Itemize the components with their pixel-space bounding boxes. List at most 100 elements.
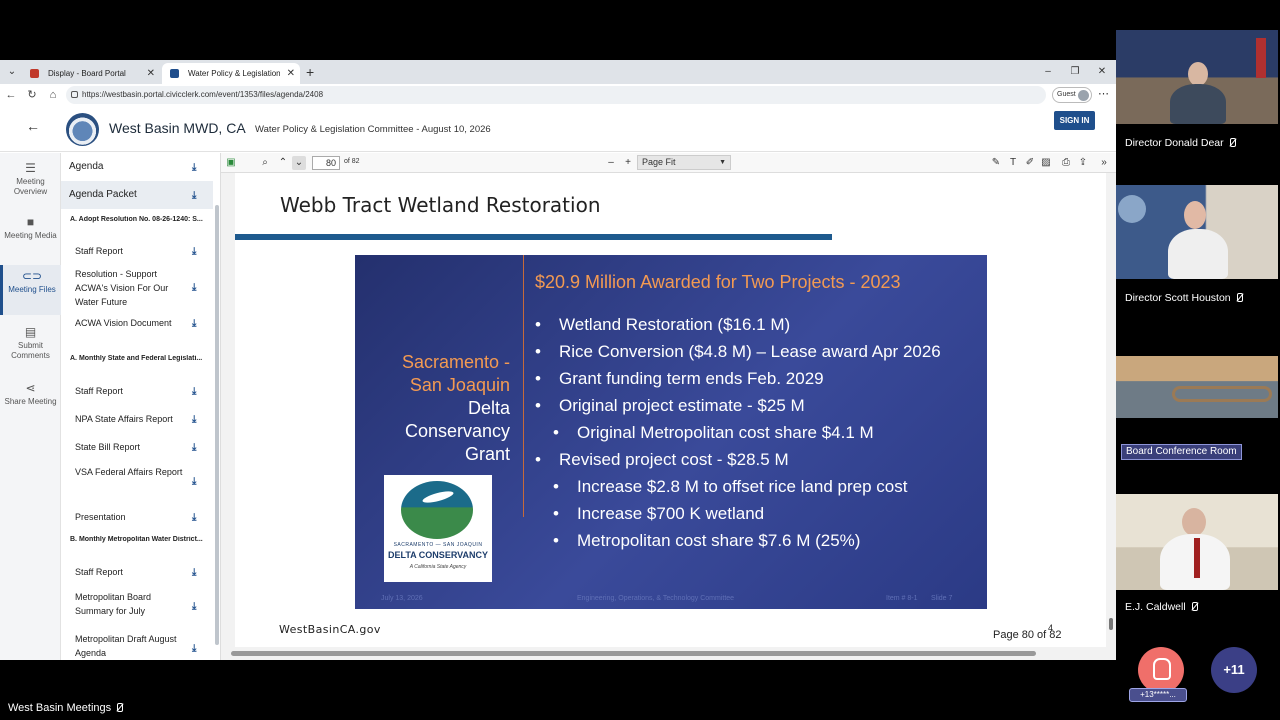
avatar-icon [1078,90,1089,101]
download-icon[interactable]: ⤓ [192,163,201,173]
seal-image [1118,195,1146,223]
download-icon[interactable]: ⤓ [192,602,201,612]
file-item[interactable]: Staff Report ⤓ [61,237,213,265]
download-icon[interactable]: ⤓ [192,415,201,425]
tab-list-icon[interactable]: ⌄ [4,64,20,80]
save-icon[interactable]: ⇪ [1076,156,1090,170]
viewer-toolbar: ▣ ⌕ ⌃ ⌄ 80 of 82 – + Page Fit ▼ ✎ T ✐ ▨ [221,153,1116,173]
more-tools-icon[interactable]: » [1097,156,1111,170]
file-item[interactable]: Metropolitan Board Summary for July ⤓ [61,586,213,626]
rail-meeting-media[interactable]: ■ Meeting Media [0,215,61,241]
page-footer-website: WestBasinCA.gov [279,623,381,636]
file-item[interactable]: Staff Report ⤓ [61,377,213,405]
search-icon[interactable]: ⌕ [258,156,272,170]
close-window-icon[interactable]: ✕ [1092,63,1112,81]
file-label: VSA Federal Affairs Report [75,467,183,477]
new-tab-icon[interactable]: + [306,63,314,81]
image-icon[interactable]: ▨ [1039,156,1053,170]
back-icon[interactable]: ← [3,87,19,103]
file-agenda-packet[interactable]: Agenda Packet ⤓ [61,181,213,209]
participant-head [1188,62,1208,86]
file-item[interactable]: Presentation ⤓ [61,503,213,531]
more-participants-button[interactable]: +11 [1211,647,1257,693]
rail-submit-comments[interactable]: ▤ Submit Comments [0,325,61,361]
sidebar-toggle-icon[interactable]: ▣ [224,156,238,170]
conference-table [1172,386,1272,402]
more-options-icon[interactable]: ⋯ [1098,87,1109,100]
text-tool-icon[interactable]: T [1006,156,1020,170]
file-item[interactable]: Staff Report ⤓ [61,558,213,586]
tab-title: Water Policy & Legislation Committee [188,69,280,78]
download-icon[interactable]: ⤓ [192,477,201,487]
bullet-item: • Wetland Restoration ($16.1 M) [535,315,791,334]
download-icon[interactable]: ⤓ [192,283,201,293]
close-tab-icon[interactable]: ✕ [287,63,295,84]
download-icon[interactable]: ⤓ [192,644,201,654]
print-icon[interactable]: ⎙ [1059,156,1073,170]
draw-icon[interactable]: ✐ [1023,156,1037,170]
file-item[interactable]: NPA State Affairs Report ⤓ [61,405,213,433]
video-tile-ej-caldwell[interactable] [1116,494,1278,590]
restore-icon[interactable]: ❐ [1065,63,1085,81]
bullet-item: • Grant funding term ends Feb. 2029 [535,369,824,388]
file-item[interactable]: Resolution - Support ACWA's Vision For O… [61,265,213,309]
share-icon: ⋖ [25,381,36,395]
rail-meeting-overview[interactable]: ☰ Meeting Overview [0,161,61,197]
slide-footer-number: Slide 7 [931,595,953,602]
home-icon[interactable]: ⌂ [45,87,61,103]
back-arrow-icon[interactable]: ← [26,118,40,134]
highlight-icon[interactable]: ✎ [989,156,1003,170]
zoom-in-icon[interactable]: + [621,156,635,170]
zoom-out-icon[interactable]: – [604,156,618,170]
rail-meeting-files[interactable]: ⊂⊃ Meeting Files [0,265,61,315]
file-item[interactable]: VSA Federal Affairs Report ⤓ [61,461,213,501]
horizontal-scrollbar[interactable] [221,647,1106,660]
page-number-input[interactable]: 80 [312,156,340,170]
tab-board-portal[interactable]: Display - Board Portal ✕ [22,63,160,84]
grant-title-line: Conservancy [404,421,510,441]
scroll-thumb[interactable] [231,651,1036,656]
logo-emblem [401,481,473,539]
download-icon[interactable]: ⤓ [192,247,201,257]
reload-icon[interactable]: ↻ [24,87,40,103]
video-tile-donald-dear[interactable] [1116,30,1278,124]
participant-head [1182,508,1206,536]
file-item[interactable]: Metropolitan Draft August Agenda ⤓ [61,628,213,660]
site-name: West Basin MWD, CA [109,120,246,136]
download-icon[interactable]: ⤓ [192,319,201,329]
url-field[interactable]: https://westbasin.portal.civicclerk.com/… [66,86,1046,104]
files-scrollbar[interactable] [215,205,219,645]
file-label: Metropolitan Draft August Agenda [75,634,177,658]
file-label: ACWA Vision Document [75,318,172,328]
download-icon[interactable]: ⤓ [192,443,201,453]
download-icon[interactable]: ⤓ [192,568,201,578]
minimize-icon[interactable]: – [1038,63,1058,81]
file-item[interactable]: ACWA Vision Document ⤓ [61,309,213,337]
download-icon[interactable]: ⤓ [192,387,201,397]
logo-text-top: SACRAMENTO — SAN JOAQUIN [393,542,483,548]
file-item[interactable]: State Bill Report ⤓ [61,433,213,461]
title-rule [235,234,832,240]
vertical-scrollbar[interactable] [1106,173,1116,647]
bullet-text: Original Metropolitan cost share $4.1 M [577,423,874,442]
page-total: of 82 [344,158,360,165]
rail-share-meeting[interactable]: ⋖ Share Meeting [0,381,61,407]
files-panel: Agenda ⤓ Agenda Packet ⤓ A. Adopt Resolu… [61,153,221,660]
mic-off-icon [1190,602,1199,612]
profile-button[interactable]: Guest [1052,87,1092,103]
video-tile-board-room[interactable] [1116,356,1278,418]
comment-icon: ▤ [24,325,37,339]
tab-water-policy[interactable]: Water Policy & Legislation Committee ✕ [162,63,300,84]
raised-hand-button[interactable] [1138,647,1184,693]
scroll-thumb[interactable] [1109,618,1113,630]
close-tab-icon[interactable]: ✕ [147,63,155,84]
sign-in-button[interactable]: SIGN IN [1054,111,1095,130]
next-page-icon[interactable]: ⌄ [292,156,306,170]
zoom-select[interactable]: Page Fit ▼ [637,155,731,170]
flag-image [1256,38,1266,78]
previous-page-icon[interactable]: ⌃ [276,156,290,170]
download-icon[interactable]: ⤓ [192,191,201,201]
video-tile-scott-houston[interactable] [1116,185,1278,279]
download-icon[interactable]: ⤓ [192,513,201,523]
file-agenda[interactable]: Agenda ⤓ [61,153,213,181]
